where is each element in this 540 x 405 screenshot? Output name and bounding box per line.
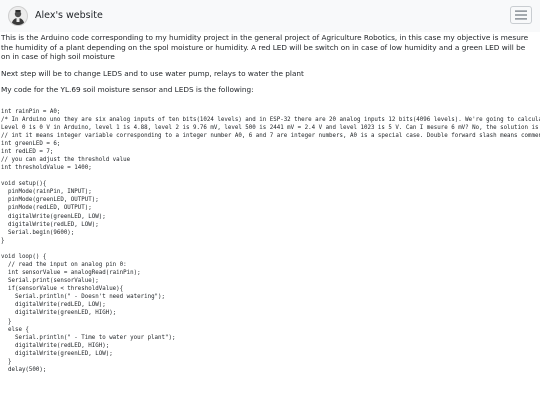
navbar: Alex's website [0,0,540,32]
navbar-toggle-button[interactable] [510,6,532,24]
intro-paragraph: This is the Arduino code corresponding t… [1,33,529,61]
person-avatar-icon [11,10,25,25]
next-step-paragraph: Next step will be to change LEDS and to … [1,68,304,78]
avatar [8,6,28,26]
brand-name: Alex's website [35,10,103,21]
code-block: int rainPin = A0; /* In Arduino uno they… [1,108,540,374]
main-content: This is the Arduino code corresponding t… [1,33,540,374]
brand-link[interactable]: Alex's website [8,6,103,26]
code-intro-paragraph: My code for the YL.69 soil moisture sens… [1,85,254,94]
hamburger-menu-icon [515,10,527,20]
